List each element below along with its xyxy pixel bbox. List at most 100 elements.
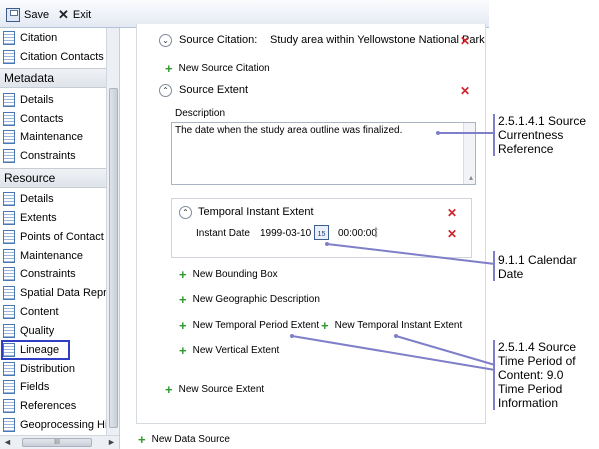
annotation-line: Information	[498, 396, 559, 410]
new-source-extent-label: New Source Extent	[178, 384, 265, 395]
sidebar-item-resource-constraints[interactable]: Constraints	[0, 264, 106, 283]
instant-date-label: Instant Date	[196, 228, 250, 239]
delete-icon[interactable]: ✕	[446, 228, 458, 240]
sidebar-item-extents[interactable]: Extents	[0, 208, 106, 227]
save-icon	[6, 8, 20, 22]
sidebar-item-quality[interactable]: Quality	[0, 321, 106, 340]
main-panel: ⌄ Source Citation: Study area within Yel…	[120, 24, 489, 449]
sidebar-item-metadata-details[interactable]: Details	[0, 90, 106, 109]
new-vertical-extent-button[interactable]: + New Vertical Extent	[179, 344, 280, 357]
new-data-source-label: New Data Source	[151, 434, 230, 445]
annotation-line: Currentness	[498, 128, 564, 142]
section-header-metadata: Metadata	[0, 68, 106, 88]
delete-icon[interactable]: ✕	[459, 35, 471, 47]
resize-grip-icon[interactable]: ▴	[469, 173, 473, 182]
scroll-thumb-grip[interactable]: III	[22, 438, 92, 447]
scroll-left-icon[interactable]: ◄	[3, 437, 12, 447]
sidebar: Citation Citation Contacts Metadata Deta…	[0, 28, 120, 449]
sidebar-item-label: Points of Contact	[20, 230, 104, 243]
sidebar-item-label: Maintenance	[20, 249, 83, 262]
collapse-icon[interactable]: ⌃	[159, 84, 172, 97]
spin-down-icon[interactable]: ▼	[373, 234, 379, 240]
new-source-citation-label: New Source Citation	[178, 63, 270, 74]
sidebar-item-distribution[interactable]: Distribution	[0, 359, 106, 378]
sidebar-item-resource-details[interactable]: Details	[0, 189, 106, 208]
add-icon: +	[138, 431, 146, 447]
new-temporal-period-extent-button[interactable]: + New Temporal Period Extent	[179, 319, 320, 332]
annotation-calendar-date: 9.1.1 Calendar Date	[498, 253, 577, 281]
annotation-line: Time Period	[498, 382, 563, 396]
new-temporal-instant-extent-button[interactable]: + New Temporal Instant Extent	[321, 319, 462, 332]
save-label: Save	[24, 9, 50, 21]
exit-button[interactable]: ✕ Exit	[58, 6, 91, 24]
sidebar-item-points-of-contact[interactable]: Points of Contact	[0, 227, 106, 246]
description-textarea[interactable]: The date when the study area outline was…	[171, 122, 476, 185]
new-source-extent-button[interactable]: + New Source Extent	[165, 381, 265, 397]
add-icon: +	[165, 381, 173, 397]
sidebar-item-label: Distribution	[20, 362, 76, 375]
new-temporal-period-extent-label: New Temporal Period Extent	[192, 320, 320, 331]
page-icon	[3, 148, 15, 163]
page-icon	[3, 111, 15, 126]
scroll-right-icon[interactable]: ►	[107, 437, 116, 447]
delete-icon[interactable]: ✕	[446, 207, 458, 219]
sidebar-item-metadata-maintenance[interactable]: Maintenance	[0, 127, 106, 146]
sidebar-item-geoprocessing-history[interactable]: Geoprocessing History	[0, 415, 106, 434]
instant-date-value[interactable]: 1999-03-10	[260, 228, 311, 239]
sidebar-item-label: Geoprocessing History	[20, 418, 106, 431]
page-icon	[3, 417, 15, 432]
spin-up-icon[interactable]: ▲	[373, 226, 379, 232]
sidebar-vertical-scrollbar[interactable]	[106, 28, 119, 435]
new-data-source-button[interactable]: + New Data Source	[138, 431, 230, 447]
temporal-instant-extent-box: ⌃ Temporal Instant Extent ✕ Instant Date…	[171, 198, 472, 258]
lineage-highlight	[1, 340, 70, 360]
page-icon	[3, 248, 15, 263]
sidebar-item-label: Details	[20, 192, 54, 205]
new-vertical-extent-label: New Vertical Extent	[192, 345, 280, 356]
annotation-source-currentness: 2.5.1.4.1 Source Currentness Reference	[498, 114, 586, 156]
sidebar-item-label: Fields	[20, 380, 50, 393]
page-icon	[3, 361, 15, 376]
sidebar-item-label: Contacts	[20, 112, 64, 125]
annotation-line: 2.5.1.4 Source	[498, 340, 577, 354]
save-button[interactable]: Save	[6, 6, 49, 24]
sidebar-item-spatial-data-representation[interactable]: Spatial Data Representation	[0, 283, 106, 302]
add-icon: +	[179, 291, 187, 307]
sidebar-horizontal-scrollbar[interactable]: ◄ III ►	[0, 435, 119, 449]
new-geographic-description-button[interactable]: + New Geographic Description	[179, 291, 320, 307]
sidebar-item-label: Content	[20, 305, 59, 318]
section-header-resource: Resource	[0, 168, 106, 188]
source-citation-label: Source Citation:	[179, 34, 258, 46]
annotation-line: Time Period of	[498, 354, 576, 368]
scroll-thumb[interactable]	[109, 88, 118, 428]
page-icon	[3, 49, 15, 64]
sidebar-item-citation-contacts[interactable]: Citation Contacts	[0, 47, 106, 66]
annotation-line: Date	[498, 267, 524, 281]
sidebar-item-label: References	[20, 399, 77, 412]
sidebar-item-references[interactable]: References	[0, 396, 106, 415]
sidebar-item-metadata-contacts[interactable]: Contacts	[0, 109, 106, 128]
sidebar-item-metadata-constraints[interactable]: Constraints	[0, 146, 106, 165]
calendar-icon[interactable]: 15	[314, 225, 329, 240]
add-icon: +	[165, 60, 173, 76]
collapse-icon[interactable]: ⌃	[179, 206, 192, 219]
annotation-line: Content: 9.0	[498, 368, 564, 382]
sidebar-item-fields[interactable]: Fields	[0, 377, 106, 396]
new-source-citation-button[interactable]: + New Source Citation	[165, 60, 270, 76]
page-icon	[3, 398, 15, 413]
collapse-icon[interactable]: ⌄	[159, 34, 172, 47]
annotation-time-period: 2.5.1.4 Source Time Period of Content: 9…	[498, 340, 576, 410]
textarea-scrollbar[interactable]: ▴	[463, 123, 475, 184]
delete-icon[interactable]: ✕	[459, 85, 471, 97]
sidebar-item-label: Extents	[20, 211, 57, 224]
page-icon	[3, 129, 15, 144]
sidebar-item-citation[interactable]: Citation	[0, 28, 106, 47]
sidebar-item-resource-maintenance[interactable]: Maintenance	[0, 246, 106, 265]
instant-time-value[interactable]: 00:00:00	[338, 228, 377, 239]
page-icon	[3, 379, 15, 394]
data-source-panel: ⌄ Source Citation: Study area within Yel…	[136, 24, 486, 424]
new-bounding-box-button[interactable]: + New Bounding Box	[179, 268, 278, 281]
exit-label: Exit	[72, 9, 92, 21]
sidebar-item-content[interactable]: Content	[0, 302, 106, 321]
page-icon	[3, 285, 15, 300]
